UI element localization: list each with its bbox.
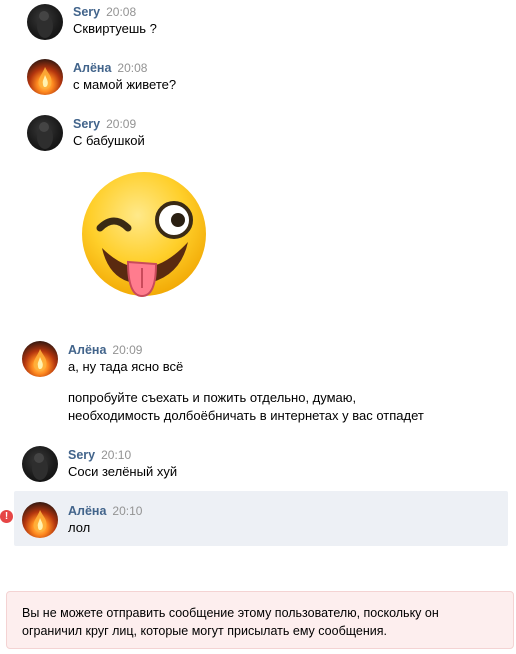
message-text: попробуйте съехать и пожить отдельно, ду… — [68, 390, 357, 405]
message-text: лол — [68, 520, 91, 535]
cannot-send-notice: Вы не можете отправить сообщение этому п… — [6, 591, 514, 649]
message-text: с мамой живете? — [73, 77, 177, 92]
avatar[interactable] — [27, 59, 63, 95]
notice-line: ограничил круг лиц, которые могут присыл… — [22, 624, 387, 638]
message-author[interactable]: Алёна — [73, 61, 111, 75]
message-author[interactable]: Sery — [73, 5, 100, 19]
notice-line: Вы не можете отправить сообщение этому п… — [22, 606, 439, 620]
message-author[interactable]: Алёна — [68, 343, 106, 357]
message-time[interactable]: 20:09 — [112, 343, 142, 357]
message-time[interactable]: 20:10 — [101, 448, 131, 462]
error-icon[interactable]: ! — [0, 510, 13, 523]
message-text: Сквиртуешь ? — [73, 21, 157, 36]
message-time[interactable]: 20:10 — [112, 504, 142, 518]
message-time[interactable]: 20:08 — [106, 5, 136, 19]
message-author[interactable]: Алёна — [68, 504, 106, 518]
message-history: Sery 20:08 Сквиртуешь ? Алёна 20:08 с мамо… — [0, 0, 516, 654]
avatar[interactable] — [27, 4, 63, 40]
avatar[interactable] — [22, 446, 58, 482]
message-text: необходимость долбоёбничать в интернетах… — [68, 408, 424, 423]
message-text: С бабушкой — [73, 133, 145, 148]
message-author[interactable]: Sery — [73, 117, 100, 131]
avatar[interactable] — [22, 502, 58, 538]
message-time[interactable]: 20:08 — [117, 61, 147, 75]
message-text: Соси зелёный хуй — [68, 464, 178, 479]
avatar[interactable] — [27, 115, 63, 151]
message-text: а, ну тада ясно всё — [68, 359, 184, 374]
avatar[interactable] — [22, 341, 58, 377]
message-author[interactable]: Sery — [68, 448, 95, 462]
winking-tongue-emoji-sticker[interactable] — [80, 170, 208, 298]
message-time[interactable]: 20:09 — [106, 117, 136, 131]
